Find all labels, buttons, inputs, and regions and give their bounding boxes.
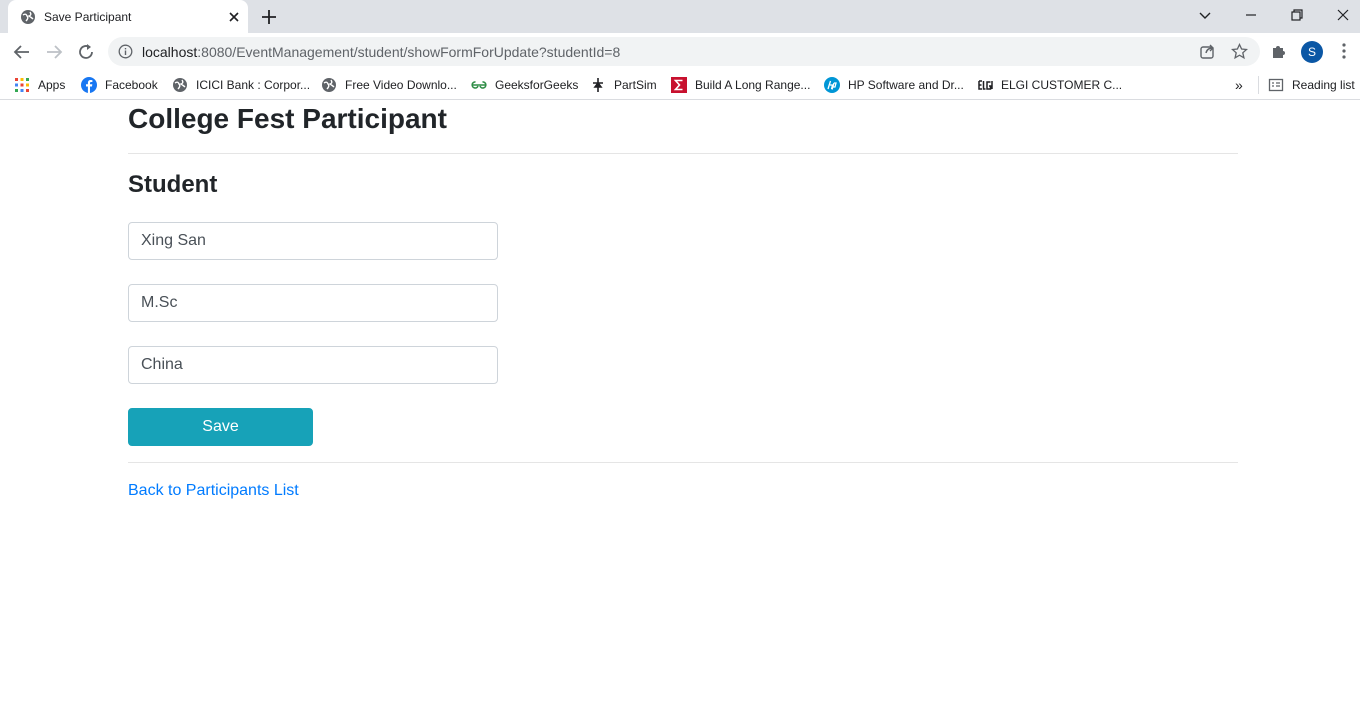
bookmark-hp-software[interactable]: HP Software and Dr... [824,76,964,94]
url-text[interactable]: localhost:8080/EventManagement/student/s… [142,44,620,60]
reading-list-button[interactable]: Reading list [1258,76,1355,94]
tab-title: Save Participant [44,10,132,24]
elgi-icon [977,77,993,93]
bookmark-label: PartSim [614,78,657,92]
site-info-icon[interactable] [118,44,133,59]
partsim-icon [590,77,606,93]
minimize-icon[interactable] [1228,0,1274,30]
bookmark-free-video[interactable]: Free Video Downlo... [321,76,457,94]
country-field[interactable]: China [128,346,498,384]
back-arrow-icon[interactable] [11,41,33,63]
forward-arrow-icon[interactable] [43,41,65,63]
url-path: :8080/EventManagement/student/showFormFo… [197,44,621,60]
form-heading: Student [128,171,218,198]
tab-strip: Save Participant [0,0,1360,33]
bookmarks-bar: Apps Facebook ICICI Bank : Corpor... Fre… [0,70,1360,100]
bookmark-label: GeeksforGeeks [495,78,579,92]
bookmark-partsim[interactable]: PartSim [590,76,657,94]
bookmark-label: HP Software and Dr... [848,78,964,92]
bookmark-geeksforgeeks[interactable]: GeeksforGeeks [471,76,578,94]
bookmark-facebook[interactable]: Facebook [81,76,158,94]
page-content: College Fest Participant Student Xing Sa… [0,101,1360,717]
facebook-icon [81,77,97,93]
extensions-puzzle-icon[interactable] [1270,42,1288,60]
restore-icon[interactable] [1274,0,1320,30]
menu-kebab-icon[interactable] [1335,42,1353,60]
bookmark-label: ICICI Bank : Corpor... [196,78,311,92]
reading-list-icon [1268,77,1284,93]
share-icon[interactable] [1199,43,1216,60]
globe-icon [20,9,36,25]
title-divider [128,153,1238,154]
bookmark-apps[interactable]: Apps [14,76,65,94]
bookmark-label: Facebook [105,78,158,92]
close-window-icon[interactable] [1320,0,1360,30]
tab-search-icon[interactable] [1182,0,1228,30]
bookmark-label: Free Video Downlo... [345,78,457,92]
apps-grid-icon [14,77,30,93]
bookmark-star-icon[interactable] [1230,42,1249,60]
browser-tab-active[interactable]: Save Participant [8,0,248,33]
form-divider [128,462,1238,463]
globe-icon [172,77,188,93]
address-bar[interactable]: localhost:8080/EventManagement/student/s… [108,37,1260,66]
bookmark-icici[interactable]: ICICI Bank : Corpor... [172,76,310,94]
bookmark-label: ELGI CUSTOMER C... [1001,78,1123,92]
tab-close-icon[interactable] [226,9,242,25]
page-title: College Fest Participant [128,103,447,134]
new-tab-icon[interactable] [258,6,280,28]
first-name-field[interactable]: Xing San [128,222,498,260]
save-button[interactable]: Save [128,408,313,446]
geeksforgeeks-icon [471,77,487,93]
reading-list-label: Reading list [1292,78,1355,92]
bookmark-label: Apps [38,78,66,92]
bookmark-label: Build A Long Range... [695,78,811,92]
hp-icon [824,77,840,93]
bookmarks-overflow-chevron-icon[interactable]: » [1235,76,1243,94]
bookmark-build-long-range[interactable]: Build A Long Range... [671,76,810,94]
globe-icon [321,77,337,93]
reload-icon[interactable] [75,41,97,63]
bookmark-elgi[interactable]: ELGI CUSTOMER C... [977,76,1122,94]
browser-toolbar: localhost:8080/EventManagement/student/s… [0,33,1360,70]
back-to-list-link[interactable]: Back to Participants List [128,482,299,500]
course-field[interactable]: M.Sc [128,284,498,322]
profile-avatar[interactable]: S [1301,41,1323,63]
sigma-icon [671,77,687,93]
url-host: localhost [142,44,198,60]
